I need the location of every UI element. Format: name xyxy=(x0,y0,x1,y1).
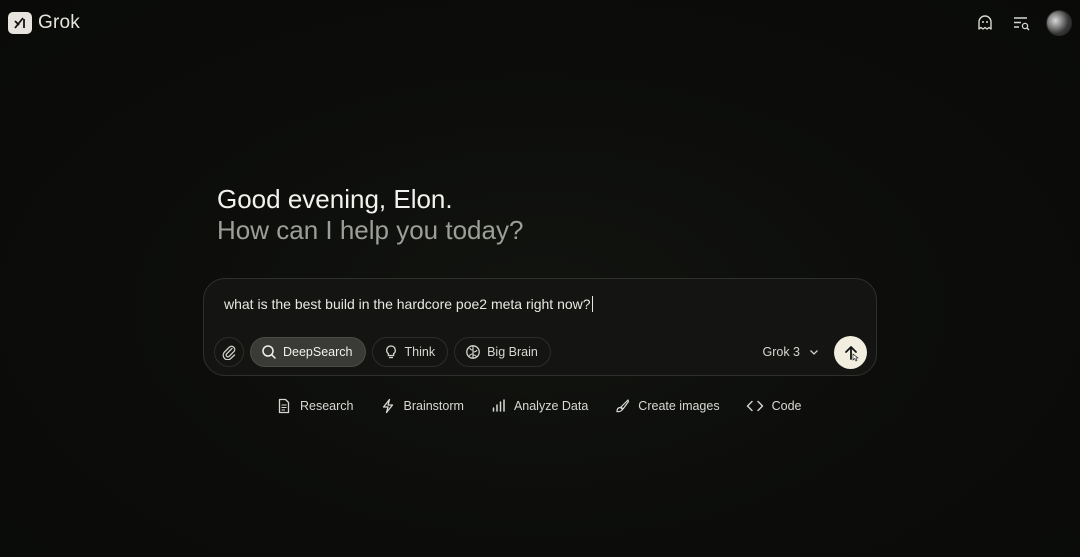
text-caret xyxy=(591,296,593,312)
model-label: Grok 3 xyxy=(762,345,800,359)
document-icon xyxy=(278,398,290,414)
suggestion-brainstorm[interactable]: Brainstorm xyxy=(370,392,476,420)
top-bar: Grok xyxy=(0,0,1080,46)
think-button[interactable]: Think xyxy=(371,337,449,367)
brand[interactable]: Grok xyxy=(8,11,80,35)
deepsearch-button[interactable]: DeepSearch xyxy=(250,337,366,367)
history-icon[interactable] xyxy=(1010,12,1032,34)
big-brain-label: Big Brain xyxy=(487,345,538,359)
greeting-title: Good evening, Elon. xyxy=(217,184,453,214)
lightning-icon xyxy=(382,398,393,414)
big-brain-button[interactable]: Big Brain xyxy=(454,337,551,367)
brain-icon xyxy=(466,345,480,359)
think-label: Think xyxy=(404,345,436,359)
paperclip-icon xyxy=(222,345,236,360)
suggestion-analyze-data[interactable]: Analyze Data xyxy=(480,392,600,420)
chat-composer: what is the best build in the hardcore p… xyxy=(203,278,877,376)
suggestion-create-images[interactable]: Create images xyxy=(604,392,731,420)
suggestion-research[interactable]: Research xyxy=(266,392,366,420)
avatar[interactable] xyxy=(1046,10,1072,36)
suggestion-label: Research xyxy=(300,399,354,413)
suggestion-row: Research Brainstorm Analyze Data Create … xyxy=(266,392,813,420)
ghost-icon[interactable] xyxy=(974,12,996,34)
prompt-text: what is the best build in the hardcore p… xyxy=(224,296,591,312)
composer-tools: DeepSearch Think Big Brain xyxy=(214,337,551,367)
greeting: Good evening, Elon. How can I help you t… xyxy=(217,184,523,245)
paintbrush-icon xyxy=(616,399,630,413)
header-actions xyxy=(974,10,1072,36)
attach-button[interactable] xyxy=(214,337,244,367)
app-name: Grok xyxy=(38,12,80,33)
chevron-down-icon xyxy=(810,350,818,355)
suggestion-label: Brainstorm xyxy=(403,399,464,413)
greeting-subtitle: How can I help you today? xyxy=(217,215,524,245)
arrow-up-icon xyxy=(844,345,859,361)
lightbulb-icon xyxy=(385,345,396,359)
suggestion-label: Code xyxy=(771,399,802,413)
search-icon xyxy=(262,345,276,359)
prompt-input[interactable]: what is the best build in the hardcore p… xyxy=(224,296,593,312)
send-button[interactable] xyxy=(834,336,867,369)
suggestion-label: Create images xyxy=(638,399,720,413)
suggestion-label: Analyze Data xyxy=(513,399,589,413)
grok-logo-icon xyxy=(8,12,32,34)
code-icon xyxy=(746,400,763,412)
deepsearch-label: DeepSearch xyxy=(283,345,353,359)
model-selector[interactable]: Grok 3 xyxy=(762,345,820,359)
suggestion-code[interactable]: Code xyxy=(736,392,814,420)
bar-chart-icon xyxy=(492,399,505,412)
